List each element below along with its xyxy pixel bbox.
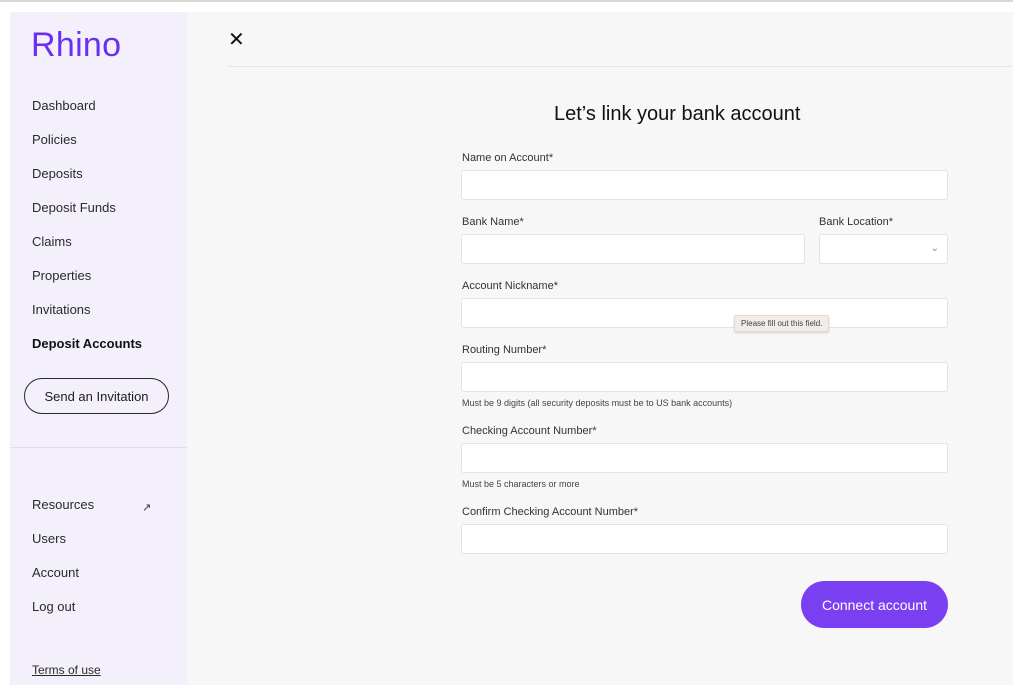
- chevron-down-icon: ⌄: [930, 243, 939, 254]
- sidebar-item-resources[interactable]: Resources: [32, 497, 94, 512]
- validation-tooltip: Please fill out this field.: [734, 315, 830, 332]
- bank-name-input[interactable]: [461, 234, 805, 264]
- header-divider: [227, 66, 1013, 67]
- sidebar-item-deposit-accounts[interactable]: Deposit Accounts: [32, 336, 142, 351]
- account-nickname-label: Account Nickname*: [462, 280, 558, 292]
- page-title: Let’s link your bank account: [554, 103, 801, 125]
- sidebar-item-policies[interactable]: Policies: [32, 132, 77, 147]
- sidebar-item-invitations[interactable]: Invitations: [32, 302, 91, 317]
- sidebar: Rhino Dashboard Policies Deposits Deposi…: [10, 12, 187, 685]
- sidebar-item-properties[interactable]: Properties: [32, 268, 91, 283]
- connect-account-button[interactable]: Connect account: [801, 581, 948, 628]
- external-link-icon: ↗: [142, 502, 152, 514]
- checking-account-hint: Must be 5 characters or more: [462, 479, 580, 489]
- bank-name-label: Bank Name*: [462, 216, 524, 228]
- routing-number-label: Routing Number*: [462, 344, 547, 356]
- confirm-checking-account-label: Confirm Checking Account Number*: [462, 506, 639, 518]
- terms-of-use-link[interactable]: Terms of use: [32, 663, 101, 677]
- close-icon[interactable]: ✕: [228, 30, 245, 50]
- sidebar-item-log-out[interactable]: Log out: [32, 599, 75, 614]
- confirm-checking-account-input[interactable]: [461, 524, 948, 554]
- send-invitation-button[interactable]: Send an Invitation: [24, 378, 169, 414]
- routing-number-hint: Must be 9 digits (all security deposits …: [462, 398, 733, 408]
- name-on-account-label: Name on Account*: [462, 152, 554, 164]
- checking-account-input[interactable]: [461, 443, 948, 473]
- routing-number-input[interactable]: [461, 362, 948, 392]
- sidebar-item-deposits[interactable]: Deposits: [32, 166, 83, 181]
- rhino-logo[interactable]: Rhino: [31, 26, 121, 65]
- sidebar-divider: [10, 447, 187, 448]
- bank-location-label: Bank Location*: [819, 216, 893, 228]
- account-nickname-input[interactable]: [461, 298, 948, 328]
- sidebar-item-dashboard[interactable]: Dashboard: [32, 98, 96, 113]
- main-content: ✕ Let’s link your bank account Name on A…: [187, 12, 1013, 685]
- sidebar-item-account[interactable]: Account: [32, 565, 79, 580]
- app-frame: Rhino Dashboard Policies Deposits Deposi…: [0, 0, 1013, 685]
- sidebar-item-deposit-funds[interactable]: Deposit Funds: [32, 200, 116, 215]
- sidebar-item-users[interactable]: Users: [32, 531, 66, 546]
- name-on-account-input[interactable]: [461, 170, 948, 200]
- checking-account-label: Checking Account Number*: [462, 425, 597, 437]
- bank-location-select[interactable]: ⌄: [819, 234, 948, 264]
- sidebar-item-claims[interactable]: Claims: [32, 234, 72, 249]
